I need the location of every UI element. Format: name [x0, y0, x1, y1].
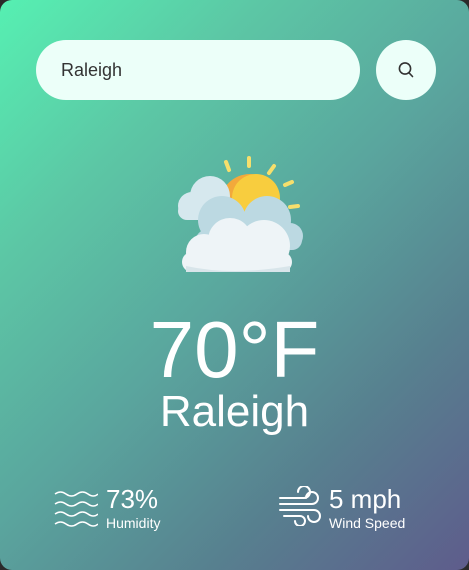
temperature: 70°F — [149, 305, 320, 394]
weather-card: 70°F Raleigh 73% Humidity 5 mph Wind Spe… — [0, 0, 469, 570]
wind-speed-value: 5 mph — [329, 484, 402, 514]
humidity-label: Humidity — [106, 515, 161, 531]
wind-icon — [279, 486, 321, 526]
search-input[interactable] — [36, 40, 360, 100]
humidity-value: 73% — [106, 484, 159, 514]
search-icon — [398, 62, 414, 78]
city-name: Raleigh — [159, 387, 310, 436]
humidity-waves-icon — [54, 491, 98, 527]
wind-speed-label: Wind Speed — [329, 515, 406, 531]
partly-cloudy-icon — [178, 156, 303, 272]
search-button[interactable] — [376, 40, 436, 100]
